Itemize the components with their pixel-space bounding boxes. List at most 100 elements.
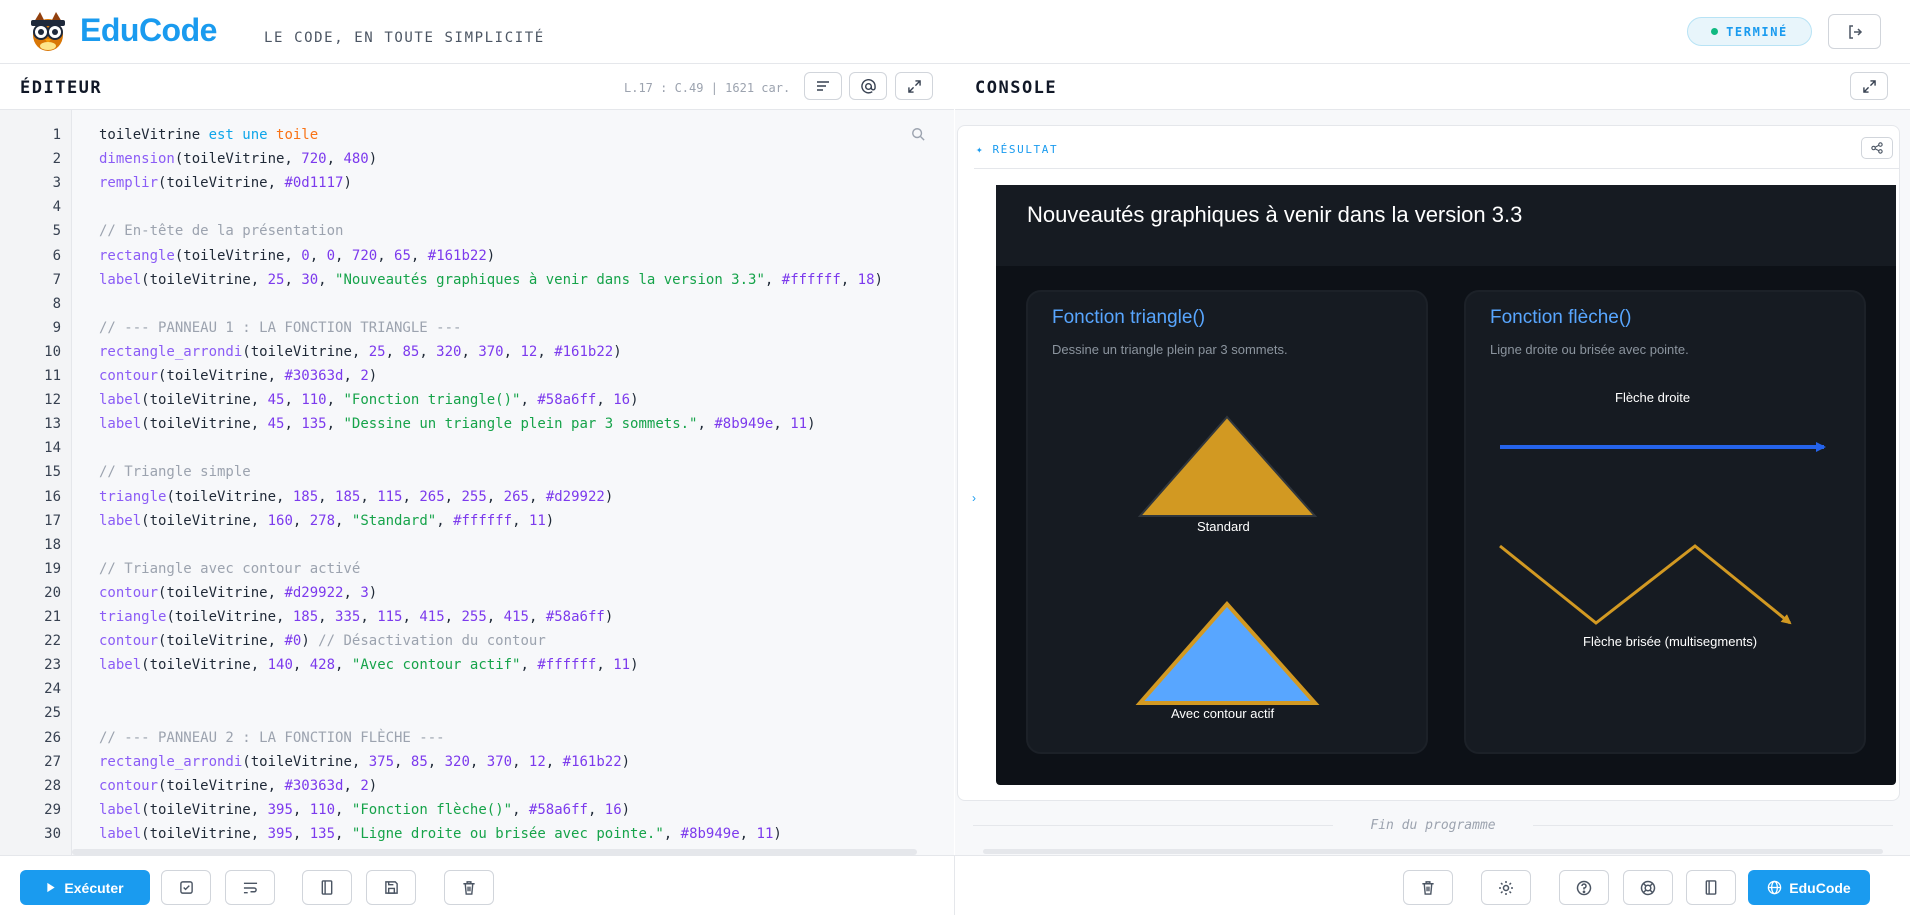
code-token: (toileVitrine, [158,633,285,650]
code-token: #58a6ff [528,801,588,818]
code-token: , [394,753,411,770]
code-line: label(toileVitrine, 25, 30, "Nouveautés … [99,272,883,288]
code-token: (toileVitrine, [158,175,285,192]
code-token: #30363d [284,368,344,384]
run-button[interactable]: Exécuter [20,870,150,905]
code-token: 12 [520,343,538,360]
code-token: 370 [486,753,513,770]
code-token: 265 [503,488,529,505]
book-icon [1705,880,1717,895]
code-token: // --- PANNEAU 2 : LA FONCTION FLÈCHE --… [99,729,445,746]
check-button[interactable] [161,870,211,905]
code-token: 375 [368,753,395,770]
code-token: est une [208,127,277,143]
code-token: , [326,416,344,433]
code-token: , [486,609,504,625]
status-dot-icon [1711,28,1719,35]
code-token: , [486,488,504,505]
search-icon[interactable] [911,127,925,141]
lifebuoy-icon [1640,880,1656,895]
line-number: 6 [52,247,61,264]
code-token: "Nouveautés graphiques à venir dans la v… [335,271,765,288]
code-token: #8b949e [714,416,774,433]
code-token: 135 [309,825,336,842]
code-token: (toileVitrine, [158,368,285,384]
trash-icon [1422,881,1434,895]
code-token: #161b22 [562,753,622,770]
code-token: 185 [292,488,319,505]
code-line: // --- PANNEAU 1 : LA FONCTION TRIANGLE … [99,320,461,336]
mention-button[interactable] [849,72,887,100]
line-number: 28 [44,777,61,794]
code-token: 320 [436,343,462,360]
code-token: (toileVitrine, [242,343,369,360]
settings-button[interactable] [1481,870,1531,905]
console-scrollbar[interactable] [983,849,1883,854]
code-token: 370 [478,343,504,360]
editor-header: ÉDITEUR L.17 : C.49 | 1621 car. [0,64,954,110]
educode-button[interactable]: EduCode [1748,870,1870,905]
code-token: 335 [335,609,361,625]
clear-console-button[interactable] [1403,870,1453,905]
bottom-toolbar: Exécuter EduCode [0,855,1910,915]
code-token: , [292,512,310,529]
code-token: , [663,825,681,842]
code-token: , [587,801,605,818]
support-button[interactable] [1623,870,1673,905]
code-token: "Fonction flèche()" [351,801,513,818]
format-button[interactable] [804,72,842,100]
code-token: (toileVitrine, [158,777,285,794]
contour-label: Avec contour actif [1171,706,1274,721]
code-token: 395 [267,801,293,818]
at-icon [860,78,876,94]
code-token: #ffffff [537,657,597,674]
editor-panel: ÉDITEUR L.17 : C.49 | 1621 car. 12345678… [0,64,954,855]
code-line: rectangle_arrondi(toileVitrine, 25, 85, … [99,344,622,360]
cursor-info: L.17 : C.49 | 1621 car. [624,81,791,95]
code-token: (toileVitrine, [141,657,268,674]
code-token: 0 [326,247,336,264]
code-token: triangle [99,609,167,625]
manual-button[interactable] [1686,870,1736,905]
expand-editor-button[interactable] [895,72,933,100]
collapse-chevron-icon[interactable]: › [972,491,976,505]
code-token: , [335,825,352,842]
run-label: Exécuter [64,879,124,896]
expand-console-button[interactable] [1850,72,1888,100]
triangle-panel-desc: Dessine un triangle plein par 3 sommets. [1052,342,1288,357]
code-token: , [377,247,395,264]
code-token: (toileVitrine, [174,151,302,168]
docs-button[interactable] [302,870,352,905]
code-token: ) [368,151,378,168]
share-button[interactable] [1861,137,1893,159]
line-number: 23 [44,657,61,674]
code-token: , [444,609,462,625]
code-token: 12 [528,753,546,770]
wrap-button[interactable] [225,870,275,905]
code-token: contour [99,584,159,601]
arrow-panel-desc: Ligne droite ou brisée avec pointe. [1490,342,1689,357]
logout-button[interactable] [1828,14,1881,49]
code-line: label(toileVitrine, 395, 110, "Fonction … [99,802,630,818]
code-token: rectangle [99,247,175,264]
line-number: 12 [44,392,61,409]
program-end: Fin du programme [973,816,1893,836]
line-number: 14 [44,440,61,457]
code-token: dimension [99,151,175,168]
code-token: ) [343,175,352,192]
line-number: 30 [44,825,61,842]
code-token: , [326,151,344,168]
code-token: 11 [756,825,774,842]
save-button[interactable] [366,870,416,905]
code-token: (toileVitrine, [141,512,268,529]
code-token: 135 [301,416,327,433]
code-token: 3 [360,584,369,601]
code-token: 45 [267,416,285,433]
result-box: ✦ RÉSULTAT › Nouveautés graphiques à ven… [957,125,1900,801]
expand-icon [1862,79,1876,93]
code-token: toileVitrine [99,127,209,143]
code-token: 2 [360,777,369,794]
code-editor[interactable]: 1 2 3 4 5 6 7 8 9 10 11 12 13 14 15 16 17 18 19 20 21 22 23 24 2… [0,110,954,855]
clear-editor-button[interactable] [444,870,494,905]
help-button[interactable] [1559,870,1609,905]
